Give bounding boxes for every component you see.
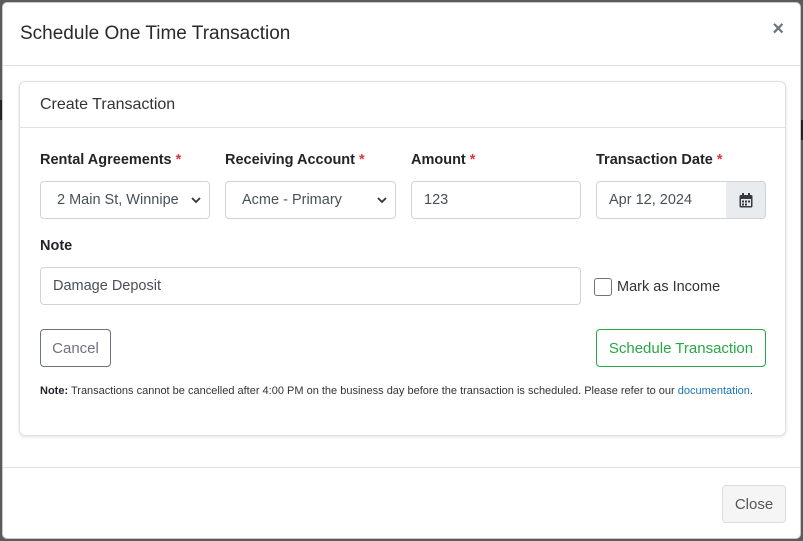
receiving-account-value: Acme - Primary	[242, 192, 342, 208]
amount-value: 123	[424, 192, 449, 208]
rental-agreements-select[interactable]: 2 Main St, Winnipe	[40, 181, 210, 219]
note-input[interactable]: Damage Deposit	[40, 267, 581, 305]
modal-title: Schedule One Time Transaction	[20, 23, 291, 44]
amount-input[interactable]: 123	[411, 181, 581, 219]
rental-agreements-value: 2 Main St, Winnipe	[57, 192, 179, 208]
mark-as-income-checkbox[interactable]	[594, 278, 612, 296]
receiving-account-select[interactable]: Acme - Primary	[225, 181, 396, 219]
modal-footer-divider	[3, 467, 800, 468]
rental-agreements-label: Rental Agreements *	[40, 152, 182, 168]
receiving-account-label: Receiving Account *	[225, 152, 365, 168]
calendar-button[interactable]	[726, 181, 766, 219]
cancel-button[interactable]: Cancel	[40, 329, 111, 367]
close-icon[interactable]: ×	[772, 19, 784, 39]
calendar-icon	[739, 192, 752, 207]
note-label: Note	[40, 238, 73, 254]
card-header: Create Transaction	[20, 82, 785, 128]
note-suffix: .	[749, 385, 753, 397]
mark-as-income-label[interactable]: Mark as Income	[617, 279, 720, 295]
transaction-date-value: Apr 12, 2024	[609, 192, 693, 208]
chevron-down-icon	[377, 197, 387, 204]
chevron-down-icon	[191, 197, 201, 204]
transaction-date-label: Transaction Date *	[596, 152, 723, 168]
cancellation-note: Note: Transactions cannot be cancelled a…	[40, 385, 753, 397]
note-prefix: Note:	[40, 385, 69, 397]
schedule-transaction-button[interactable]: Schedule Transaction	[596, 329, 766, 367]
schedule-transaction-modal: Schedule One Time Transaction × Create T…	[2, 2, 801, 539]
amount-label: Amount *	[411, 152, 476, 168]
transaction-date-input[interactable]: Apr 12, 2024	[596, 181, 727, 219]
close-button[interactable]: Close	[722, 485, 786, 523]
note-value: Damage Deposit	[53, 278, 161, 294]
modal-header: Schedule One Time Transaction ×	[3, 3, 800, 66]
create-transaction-card: Create Transaction Rental Agreements * Re…	[19, 81, 786, 436]
documentation-link[interactable]: documentation	[678, 385, 750, 397]
note-body: Transactions cannot be cancelled after 4…	[68, 385, 678, 397]
